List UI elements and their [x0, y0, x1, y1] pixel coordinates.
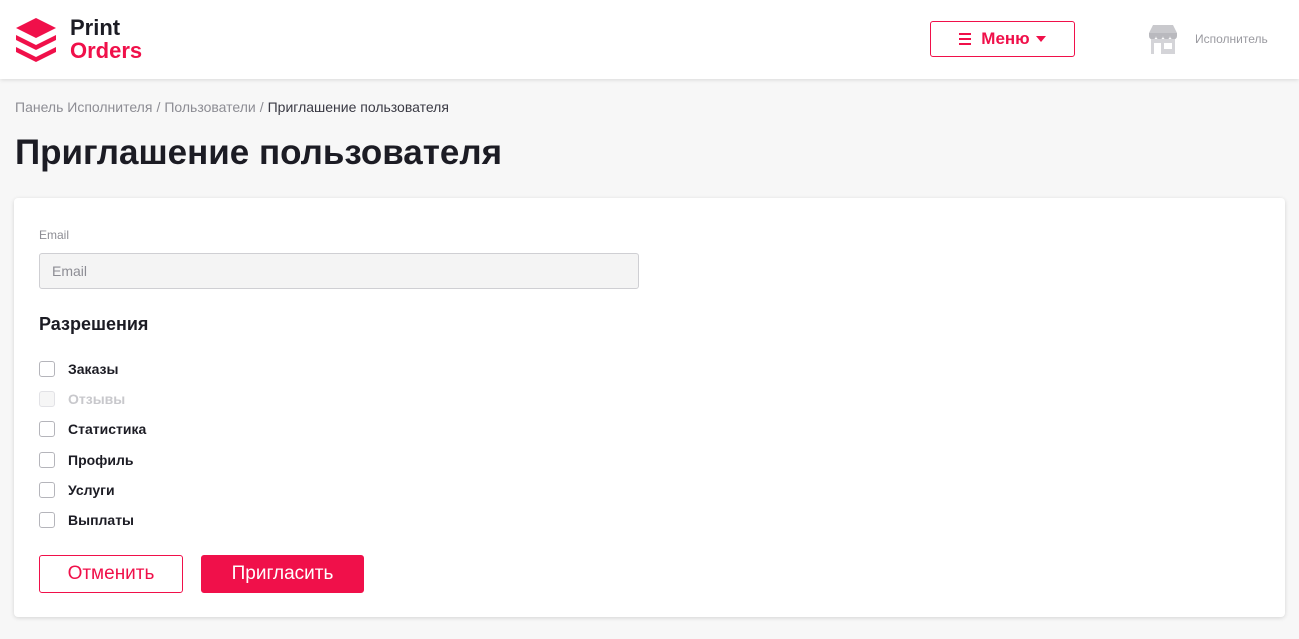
breadcrumb-separator: /	[156, 99, 161, 115]
invite-button[interactable]: Пригласить	[201, 555, 364, 593]
permission-label: Выплаты	[68, 512, 135, 529]
user-profile[interactable]: Исполнитель	[1146, 22, 1268, 56]
user-role-label: Исполнитель	[1195, 32, 1268, 46]
permission-label: Профиль	[68, 451, 134, 468]
page-title: Приглашение пользователя	[15, 133, 503, 172]
caret-down-icon	[1035, 36, 1046, 42]
brand-name: Print Orders	[70, 16, 142, 63]
invite-form-card: Email Разрешения Заказы Отзывы Статистик…	[14, 198, 1285, 617]
breadcrumb: Панель Исполнителя / Пользователи / Приглаше…	[15, 99, 449, 115]
breadcrumb-separator: /	[259, 99, 264, 115]
breadcrumb-link-users[interactable]: Пользователи	[164, 99, 255, 115]
checkbox[interactable]	[39, 421, 55, 438]
checkbox[interactable]	[39, 512, 55, 529]
permissions-list: Заказы Отзывы Статистика Профиль Услуги …	[39, 354, 146, 535]
checkbox[interactable]	[39, 361, 55, 378]
checkbox[interactable]	[39, 451, 55, 468]
checkbox-disabled	[39, 391, 55, 408]
permission-statistics[interactable]: Статистика	[39, 414, 146, 444]
permission-label: Заказы	[68, 361, 119, 378]
permission-label: Статистика	[68, 421, 147, 438]
breadcrumb-link-dashboard[interactable]: Панель Исполнителя	[15, 99, 152, 115]
permission-label: Отзывы	[68, 391, 126, 408]
brand-line-2: Orders	[70, 38, 143, 63]
permission-profile[interactable]: Профиль	[39, 445, 146, 475]
brand-logo[interactable]: Print Orders	[14, 16, 142, 63]
breadcrumb-current: Приглашение пользователя	[267, 99, 449, 115]
menu-button-label: Меню	[981, 29, 1030, 48]
checkbox[interactable]	[39, 481, 55, 498]
top-bar: Print Orders Меню Исполнитель	[0, 0, 1299, 79]
hamburger-icon	[959, 33, 972, 45]
brand-line-1: Print	[70, 15, 121, 40]
permission-reviews: Отзывы	[39, 384, 146, 414]
stacked-layers-icon	[16, 18, 56, 62]
storefront-icon	[1149, 25, 1177, 54]
permission-orders[interactable]: Заказы	[39, 354, 146, 384]
permissions-title: Разрешения	[39, 314, 149, 334]
permission-label: Услуги	[68, 481, 115, 498]
menu-button[interactable]: Меню	[930, 21, 1075, 57]
email-label: Email	[39, 228, 70, 242]
permission-payouts[interactable]: Выплаты	[39, 505, 146, 535]
permission-services[interactable]: Услуги	[39, 475, 146, 505]
email-input[interactable]	[39, 253, 639, 289]
cancel-button[interactable]: Отменить	[39, 555, 183, 593]
